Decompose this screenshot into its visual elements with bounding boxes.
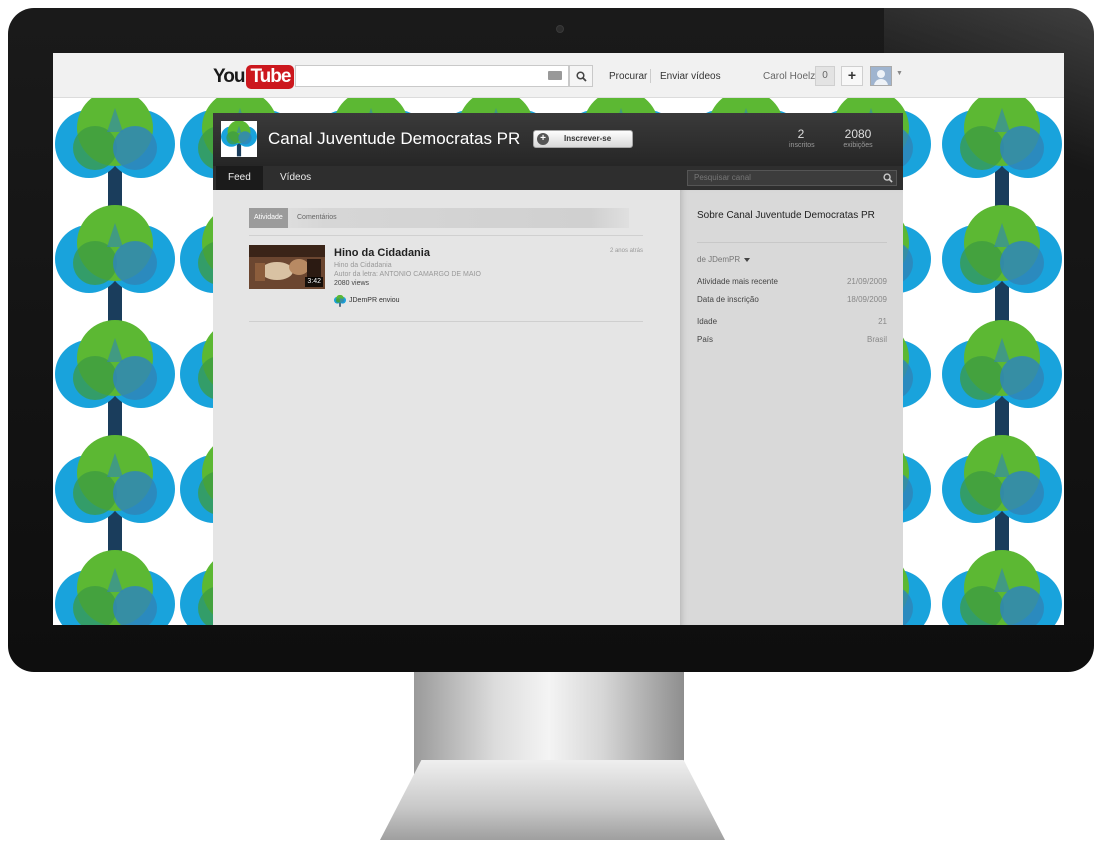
info-value: 21/09/2009 [846,277,887,286]
info-value: 21 [878,317,887,326]
avatar[interactable] [870,66,892,86]
tree-decoration [942,435,1062,555]
divider [697,242,887,243]
channel-title[interactable]: Canal Juventude Democratas PR [268,129,520,149]
youtube-logo[interactable]: You Tube [213,65,295,89]
about-title: Sobre Canal Juventude Democratas PR [697,210,875,221]
feed-column: Atividade Comentários 3:42 Hino da Cidad… [213,190,680,625]
search-icon [575,70,587,82]
youtube-logo-you: You [213,66,246,87]
tab-comments[interactable]: Comentários [292,208,342,228]
tab-feed[interactable]: Feed [216,166,263,190]
divider [650,69,651,83]
search-input[interactable] [295,65,569,87]
divider [249,321,643,322]
list-item[interactable]: 3:42 Hino da Cidadania Hino da Cidadania… [249,245,643,320]
chevron-down-icon [744,257,751,262]
youtube-topbar: You Tube Procurar Enviar vídeos Carol Ho… [53,53,1064,98]
avatar-head [877,70,885,78]
tab-activity[interactable]: Atividade [249,208,288,228]
search-link[interactable]: Procurar [609,71,647,82]
youtube-logo-tube: Tube [246,65,295,89]
monitor-stand-base [380,760,725,840]
channel-panel: Canal Juventude Democratas PR + Inscreve… [213,113,903,625]
divider [249,235,643,236]
search-button[interactable] [569,65,593,87]
tree-decoration [55,320,175,440]
tree-decoration [55,550,175,625]
views-stat: 2080 exibições [833,127,883,149]
avatar-body [874,79,888,85]
tree-decoration [55,205,175,325]
video-thumbnail[interactable]: 3:42 [249,245,325,289]
channel-header: Canal Juventude Democratas PR + Inscreve… [213,113,903,166]
owner-label: de JDemPR [697,255,741,264]
subscribers-count: 2 [797,127,805,141]
video-duration: 3:42 [305,277,323,287]
subscribe-button[interactable]: + Inscrever-se [533,130,633,148]
uploader-label: JDemPR enviou [349,297,400,304]
views-count: 2080 [844,127,872,141]
info-value: 18/09/2009 [846,295,887,304]
search-icon[interactable] [883,173,893,183]
chevron-down-icon[interactable]: ▼ [896,70,903,77]
tree-decoration [55,435,175,555]
info-label: Data de inscrição [697,295,759,304]
tree-logo-icon [334,295,346,307]
user-name[interactable]: Carol Hoelz [763,71,815,82]
info-value: Brasil [866,335,887,344]
tab-videos[interactable]: Vídeos [268,166,323,190]
video-description-line1: Hino da Cidadania [334,262,392,269]
info-label: País [697,335,714,344]
subscribers-label: inscritos [789,142,815,149]
channel-search-input[interactable]: Pesquisar canal [687,170,897,186]
upload-link[interactable]: Enviar vídeos [660,71,721,82]
tree-decoration [942,97,1062,210]
subscribe-label: Inscrever-se [564,134,612,143]
video-title[interactable]: Hino da Cidadania [334,247,430,259]
add-button[interactable]: + [841,66,863,86]
channel-avatar[interactable] [221,121,257,157]
keyboard-icon[interactable] [548,71,562,80]
info-label: Idade [697,317,718,326]
channel-nav: Feed Vídeos Pesquisar canal [213,166,903,190]
tree-decoration [942,205,1062,325]
tree-decoration [55,97,175,210]
feed-tabs: Atividade Comentários [249,208,629,228]
screen: You Tube Procurar Enviar vídeos Carol Ho… [53,53,1064,625]
subscribers-stat: 2 inscritos [789,127,815,149]
tree-logo-icon [221,121,257,157]
info-label: Atividade mais recente [697,277,778,286]
tree-decoration [942,320,1062,440]
tree-decoration [942,550,1062,625]
views-label: exibições [843,142,873,149]
video-description-line2: Autor da letra: ANTONIO CAMARGO DE MAIO [334,271,481,278]
about-sidebar: Sobre Canal Juventude Democratas PR de J… [680,190,903,625]
channel-search-placeholder: Pesquisar canal [694,173,751,182]
owner-dropdown[interactable]: de JDemPR [697,255,751,264]
plus-icon: + [537,133,549,145]
video-views: 2080 views [334,280,370,287]
notification-count[interactable]: 0 [815,66,835,86]
video-age: 2 anos atrás [609,248,643,254]
camera-icon [556,25,564,33]
